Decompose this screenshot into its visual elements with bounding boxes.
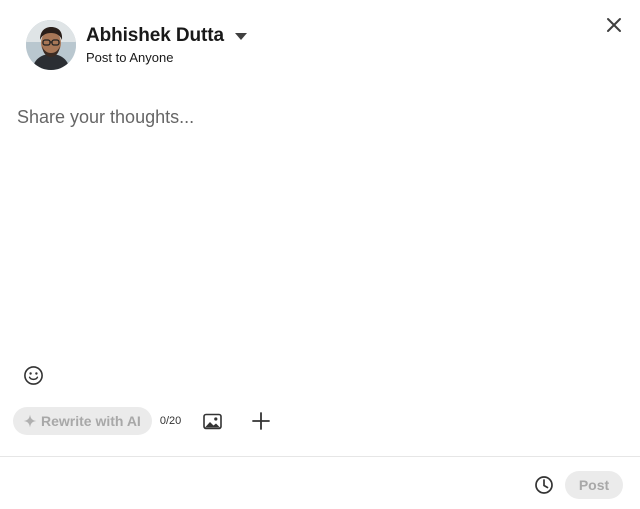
clock-icon <box>535 476 553 494</box>
editor-placeholder: Share your thoughts... <box>17 107 195 127</box>
close-icon <box>607 18 621 32</box>
post-editor[interactable]: Share your thoughts... <box>17 104 620 344</box>
emoji-button[interactable] <box>23 365 44 386</box>
rewrite-with-ai-button[interactable]: Rewrite with AI <box>13 407 152 435</box>
avatar[interactable] <box>26 20 76 70</box>
close-button[interactable] <box>602 13 626 37</box>
sparkle-icon <box>23 414 37 428</box>
footer-divider <box>0 456 640 457</box>
avatar-image <box>26 20 76 70</box>
post-button[interactable]: Post <box>565 471 623 499</box>
add-media-button[interactable] <box>202 411 222 431</box>
emoji-icon <box>24 366 43 385</box>
author-selector[interactable]: Abhishek Dutta Post to Anyone <box>86 25 247 65</box>
rewrite-with-ai-label: Rewrite with AI <box>41 413 141 429</box>
schedule-post-button[interactable] <box>534 475 554 495</box>
plus-icon <box>252 412 271 430</box>
image-icon <box>202 413 222 429</box>
post-audience: Post to Anyone <box>86 50 174 65</box>
ai-usage-count: 0/20 <box>159 415 182 427</box>
share-post-modal: Abhishek Dutta Post to Anyone Share your… <box>0 0 640 509</box>
caret-down-icon <box>234 32 247 40</box>
composer-toolbar: Rewrite with AI 0/20 <box>13 407 271 435</box>
post-header: Abhishek Dutta Post to Anyone <box>26 20 247 70</box>
author-name: Abhishek Dutta <box>86 25 224 46</box>
more-options-button[interactable] <box>251 411 271 431</box>
